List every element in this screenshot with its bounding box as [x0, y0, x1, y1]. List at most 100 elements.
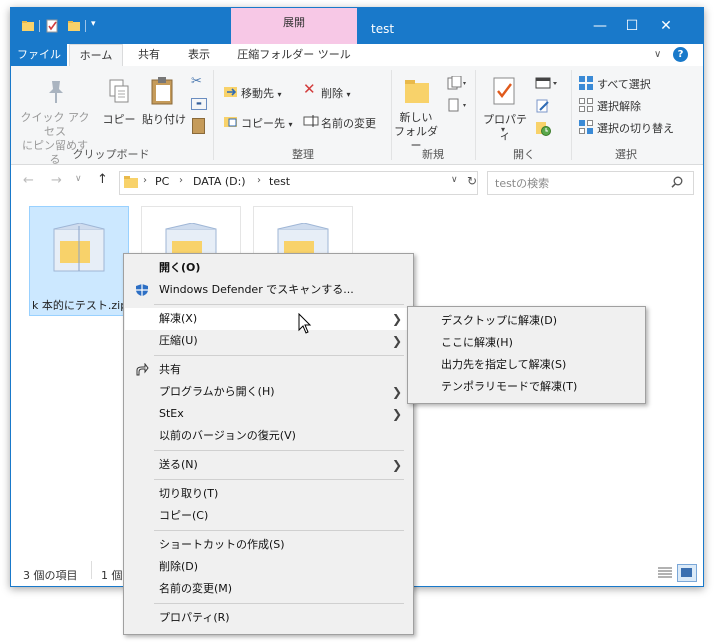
menu-item-label: Windows Defender でスキャンする...: [159, 283, 354, 296]
tab-home[interactable]: ホーム: [69, 44, 123, 67]
open-icon[interactable]: [535, 76, 559, 90]
windows-defender-icon: [136, 284, 148, 296]
select-all-button[interactable]: すべて選択: [597, 76, 651, 92]
paste-shortcut-icon[interactable]: [192, 118, 205, 134]
menu-item-share[interactable]: 共有: [125, 359, 412, 381]
tab-share[interactable]: 共有: [127, 44, 171, 66]
file-item-selected[interactable]: k 本的にテスト.zip: [29, 206, 129, 316]
pin-icon: [49, 81, 63, 103]
ribbon-separator: [213, 70, 214, 160]
select-none-button[interactable]: 選択解除: [597, 98, 641, 114]
new-folder-icon[interactable]: [67, 19, 81, 33]
select-none-icon: [579, 98, 593, 112]
breadcrumb-chevron-icon[interactable]: ›: [179, 175, 183, 186]
menu-separator: [154, 530, 404, 531]
group-label-clipboard: クリップボード: [72, 148, 150, 161]
submenu-item-extract-desktop[interactable]: デスクトップに解凍(D): [409, 310, 644, 332]
menu-item-copy[interactable]: コピー(C): [125, 505, 412, 527]
address-dropdown-icon[interactable]: ∨: [451, 175, 458, 185]
breadcrumb-pc[interactable]: PC: [155, 175, 169, 188]
large-icons-view-icon[interactable]: [677, 564, 697, 582]
copy-button[interactable]: コピー: [99, 111, 139, 127]
search-icon[interactable]: [671, 176, 683, 188]
rename-button[interactable]: 名前の変更: [321, 115, 376, 131]
chevron-down-icon: ▾: [501, 125, 506, 134]
chevron-right-icon: ❯: [391, 458, 402, 472]
menu-item-restore-versions[interactable]: 以前のバージョンの復元(V): [125, 425, 412, 447]
menu-item-properties[interactable]: プロパティ(R): [125, 607, 412, 629]
search-input[interactable]: testの検索: [495, 175, 549, 191]
breadcrumb-chevron-icon[interactable]: ›: [143, 175, 147, 186]
tab-compressed-folder-tools[interactable]: 圧縮フォルダー ツール: [231, 44, 357, 66]
move-to-button[interactable]: 移動先 ▾: [241, 85, 282, 101]
refresh-icon[interactable]: ↻: [467, 174, 477, 188]
properties-check-icon[interactable]: [45, 19, 59, 33]
minimize-button[interactable]: —: [585, 14, 615, 38]
copy-path-icon[interactable]: ▬: [191, 98, 207, 110]
delete-button[interactable]: 削除 ▾: [321, 85, 351, 101]
recent-chevron-icon[interactable]: ∨: [75, 174, 82, 184]
rename-icon: [303, 115, 319, 127]
chevron-right-icon: ❯: [391, 312, 402, 326]
submenu-item-label: ここに解凍(H): [441, 336, 513, 349]
chevron-down-icon: ▾: [346, 90, 351, 99]
invert-selection-button[interactable]: 選択の切り替え: [597, 120, 674, 136]
menu-item-open-with[interactable]: プログラムから開く(H) ❯: [125, 381, 412, 403]
menu-item-compress[interactable]: 圧縮(U) ❯: [125, 330, 412, 352]
menu-item-rename[interactable]: 名前の変更(M): [125, 578, 412, 600]
menu-item-extract[interactable]: 解凍(X) ❯: [125, 308, 412, 330]
menu-separator: [154, 304, 404, 305]
breadcrumb-chevron-icon[interactable]: ›: [257, 175, 261, 186]
submenu-item-extract-specify[interactable]: 出力先を指定して解凍(S): [409, 354, 644, 376]
qat-dropdown-icon[interactable]: ▾: [91, 19, 96, 29]
collapse-ribbon-icon[interactable]: ∨: [654, 49, 661, 60]
menu-item-label: ショートカットの作成(S): [159, 538, 285, 551]
help-icon[interactable]: ?: [673, 47, 688, 62]
breadcrumb-test[interactable]: test: [269, 175, 290, 188]
tab-file[interactable]: ファイル: [11, 44, 67, 66]
folder-icon[interactable]: [21, 19, 35, 33]
submenu-item-label: 出力先を指定して解凍(S): [441, 358, 567, 371]
menu-item-defender[interactable]: Windows Defender でスキャンする...: [125, 279, 412, 301]
file-name: k 本的にテスト.zip: [32, 299, 126, 312]
cut-icon[interactable]: ✂: [191, 74, 202, 89]
forward-arrow-icon[interactable]: →: [51, 173, 62, 188]
edit-icon[interactable]: [535, 98, 551, 114]
tab-view[interactable]: 表示: [177, 44, 221, 66]
menu-item-label: StEx: [159, 407, 184, 420]
copy-to-button[interactable]: コピー先 ▾: [241, 115, 293, 131]
delete-icon: ✕: [303, 80, 316, 98]
status-item-count: 3 個の項目: [23, 569, 78, 582]
move-to-label: 移動先: [241, 87, 274, 100]
new-folder-line1: 新しい: [399, 111, 433, 124]
address-bar[interactable]: [119, 171, 478, 195]
mouse-cursor-icon: [298, 313, 312, 334]
paste-button[interactable]: 貼り付け: [141, 111, 187, 127]
submenu-item-label: テンポラリモードで解凍(T): [441, 380, 578, 393]
easy-access-icon[interactable]: [447, 98, 467, 112]
window-title: test: [371, 22, 395, 36]
chevron-down-icon: ▾: [277, 90, 282, 99]
up-arrow-icon[interactable]: ↑: [97, 172, 108, 187]
breadcrumb-data-drive[interactable]: DATA (D:): [193, 175, 246, 188]
menu-separator: [154, 479, 404, 480]
details-view-icon[interactable]: [657, 566, 673, 580]
submenu-item-extract-temp[interactable]: テンポラリモードで解凍(T): [409, 376, 644, 398]
menu-item-open[interactable]: 開く(O): [125, 257, 412, 279]
menu-item-label: 圧縮(U): [159, 334, 198, 347]
maximize-button[interactable]: ☐: [617, 14, 647, 38]
menu-item-cut[interactable]: 切り取り(T): [125, 483, 412, 505]
menu-item-delete[interactable]: 削除(D): [125, 556, 412, 578]
menu-item-stex[interactable]: StEx ❯: [125, 403, 412, 425]
paste-icon: [151, 77, 173, 105]
chevron-right-icon: ❯: [391, 334, 402, 348]
menu-item-create-shortcut[interactable]: ショートカットの作成(S): [125, 534, 412, 556]
menu-item-label: 名前の変更(M): [159, 582, 233, 595]
close-button[interactable]: ✕: [651, 14, 681, 38]
history-icon[interactable]: [535, 120, 551, 136]
folder-icon: [124, 176, 138, 188]
new-item-icon[interactable]: [447, 76, 467, 90]
back-arrow-icon[interactable]: ←: [23, 173, 34, 188]
submenu-item-extract-here[interactable]: ここに解凍(H): [409, 332, 644, 354]
menu-item-send-to[interactable]: 送る(N) ❯: [125, 454, 412, 476]
